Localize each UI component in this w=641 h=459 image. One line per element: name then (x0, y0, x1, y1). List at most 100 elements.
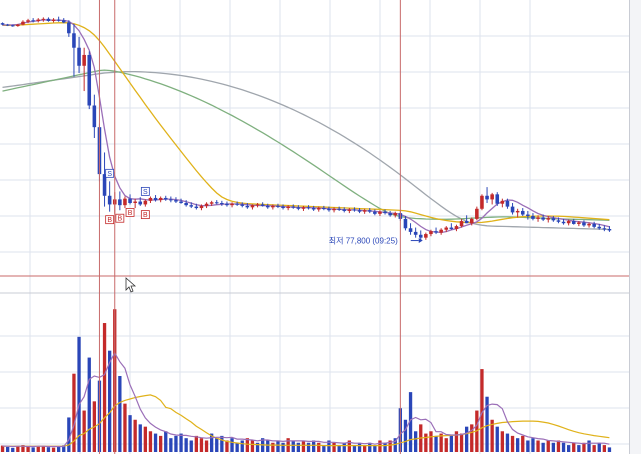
candle-body (184, 203, 188, 206)
volume-bar (230, 438, 234, 452)
volume-bar (332, 442, 336, 452)
volume-bar (357, 442, 362, 452)
volume-bar (500, 431, 505, 452)
candle-body (357, 210, 362, 212)
volume-bar (551, 442, 556, 452)
candle-body (61, 20, 66, 23)
volume-bar (464, 426, 469, 452)
volume-bar (16, 446, 20, 452)
volume-bar (169, 438, 173, 452)
candle-body (495, 194, 500, 204)
candle-body (250, 205, 255, 208)
candle-body (31, 20, 35, 22)
candle-body (531, 216, 535, 219)
volume-bar (449, 435, 454, 452)
candle-body (500, 200, 505, 204)
signal-label: S (143, 189, 148, 196)
signal-label: B (143, 212, 148, 219)
chart-overlay (98, 0, 423, 454)
candle-body (92, 105, 97, 128)
candle-body (449, 227, 454, 229)
volume-bar (291, 440, 295, 452)
candle-body (607, 229, 612, 231)
candle-body (597, 226, 602, 229)
candle-body (51, 19, 56, 21)
right-scrollbar[interactable] (629, 0, 641, 454)
volume-bar (153, 433, 158, 452)
volume-bar (526, 440, 530, 452)
volume-bar (133, 419, 137, 452)
candle-body (352, 209, 357, 211)
volume-bar (281, 442, 285, 452)
volume-bar (102, 323, 107, 452)
volume-bar (587, 440, 591, 452)
candle-body (138, 201, 143, 205)
volume-bar (434, 435, 438, 452)
candle-body (128, 198, 132, 203)
volume-bar (123, 403, 127, 452)
candle-body (592, 223, 596, 227)
candle-body (342, 209, 347, 211)
volume-bar (266, 440, 270, 452)
candle-body (520, 210, 525, 215)
stock-chart[interactable]: SSB BB B 최저 77,800 (09:25) (0, 0, 629, 454)
candle-body (153, 197, 158, 201)
volume-bar (204, 440, 209, 452)
volume-bar (546, 440, 550, 452)
candle-body (582, 222, 586, 226)
volume-bar (235, 442, 239, 452)
candle-body (434, 231, 438, 233)
volume-bar (306, 442, 311, 452)
volume-bar (597, 442, 601, 452)
candle-body (322, 208, 326, 210)
candle-body (418, 234, 423, 238)
volume-bar (368, 442, 372, 452)
volume-bar (276, 440, 280, 452)
candle-body (276, 205, 280, 207)
candle-body (245, 205, 250, 208)
candle-body (271, 205, 275, 208)
candle-body (541, 217, 545, 220)
low-price-annotation: 최저 77,800 (09:25) (329, 236, 398, 246)
volume-bar (199, 438, 204, 452)
candle-body (107, 195, 112, 205)
ma60-line (2, 69, 610, 221)
volume-bar (561, 442, 566, 452)
candle-body (393, 213, 398, 216)
candle-body (306, 207, 311, 209)
volume-bar (158, 435, 163, 452)
candle-body (347, 209, 352, 211)
candle-body (316, 208, 321, 210)
volume-bar (317, 442, 321, 452)
candle-body (240, 204, 245, 206)
volume-bar (572, 442, 576, 452)
volume-bar (378, 440, 382, 452)
volume-bar (403, 419, 408, 452)
candle-body (87, 54, 92, 106)
candle-body (536, 217, 540, 219)
volume-bar (342, 442, 346, 452)
candle-body (551, 218, 556, 221)
candle-body (189, 205, 194, 207)
candle-body (444, 227, 449, 230)
candle-body (255, 204, 260, 206)
candle-body (260, 204, 265, 206)
volume-bar (220, 435, 224, 452)
volume-bar (592, 445, 596, 452)
candle-body (179, 201, 183, 203)
signal-label: B (128, 210, 133, 217)
candle-body (286, 206, 290, 209)
candle-body (204, 203, 209, 206)
volume-bar (556, 440, 561, 452)
candle-body (587, 223, 591, 226)
volume-bar (413, 431, 418, 452)
volume-bar (607, 447, 612, 452)
volume-bar (189, 440, 193, 452)
volume-bar (215, 438, 219, 452)
volume-bar (424, 433, 428, 452)
volume-bars (0, 309, 612, 452)
volume-bar (184, 438, 188, 452)
volume-bar (459, 433, 464, 452)
chart-stage[interactable]: SSBBBB 최저 77,800 (09:25) (0, 0, 641, 454)
volume-bar (31, 447, 35, 452)
